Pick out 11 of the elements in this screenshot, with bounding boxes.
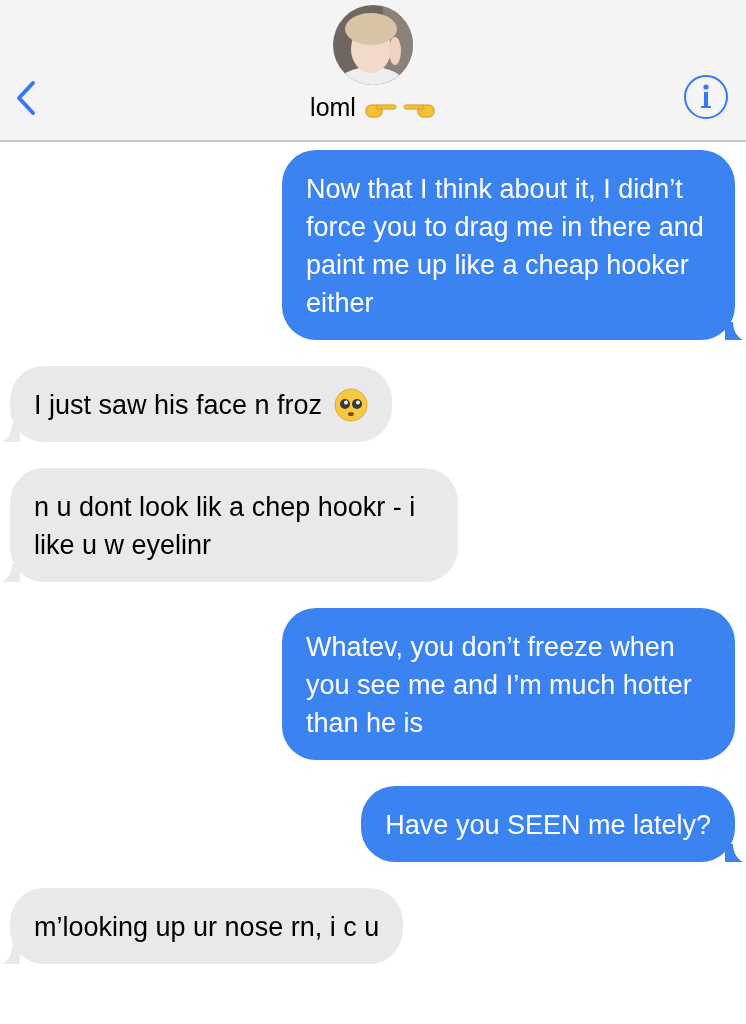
info-button[interactable] [683, 74, 729, 120]
back-chevron-icon [16, 80, 36, 116]
message-text: n u dont look lik a chep hookr - i like u w eyelinr [34, 491, 417, 562]
message-text: Now that I think about it, I didn’t force you to drag me in there and paint me up like a cheap hooker either [306, 173, 705, 320]
message-text: Whatev, you don’t freeze when you see me and I’m much hotter than he is [306, 631, 693, 740]
message-text: I just saw his face n froz [34, 389, 323, 422]
contact-name: loml [310, 93, 356, 122]
pleading-face-icon [334, 388, 369, 422]
message-text: m’looking up ur nose rn, i c u [34, 911, 380, 944]
info-icon [683, 74, 729, 120]
message-text: Have you SEEN me lately? [385, 809, 711, 842]
